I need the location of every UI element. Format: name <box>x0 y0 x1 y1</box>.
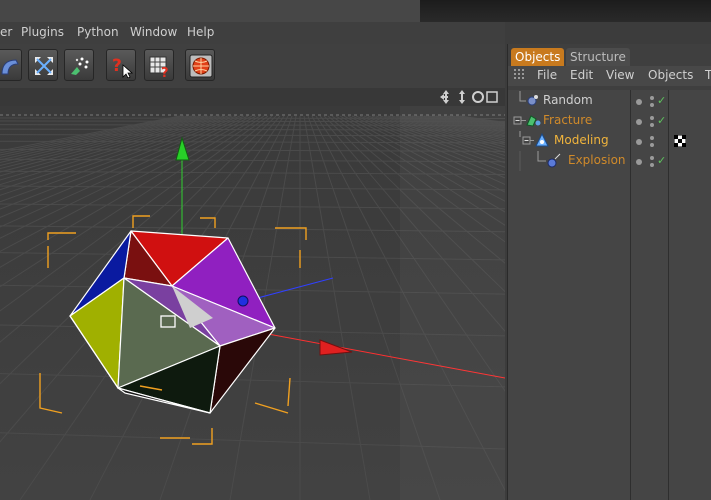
menu-item-python[interactable]: Python <box>77 25 119 39</box>
tab-structure[interactable]: Structure <box>566 48 630 66</box>
editor-visibility-dot[interactable] <box>636 159 642 165</box>
render-visibility-dot[interactable] <box>650 163 654 167</box>
phong-tag-icon[interactable] <box>674 135 686 147</box>
render-settings-button[interactable]: ? <box>144 49 174 81</box>
explosion-deformer-icon <box>547 153 561 168</box>
tree-line-icon <box>519 91 538 106</box>
scene-canvas[interactable] <box>0 88 505 500</box>
tree-collapse-icon[interactable] <box>512 131 556 151</box>
svg-text:?: ? <box>161 66 169 78</box>
tree-collapse-icon[interactable] <box>512 111 544 131</box>
render-visibility-dot[interactable] <box>650 136 654 140</box>
render-visibility-dot[interactable] <box>650 156 654 160</box>
object-list: Random Fracture Modeling Explosion <box>508 90 711 500</box>
object-name-explosion[interactable]: Explosion <box>568 153 626 167</box>
object-name-modeling[interactable]: Modeling <box>554 133 609 147</box>
enabled-check-icon[interactable]: ✓ <box>657 114 666 127</box>
render-visibility-dot[interactable] <box>650 103 654 107</box>
render-visibility-dot[interactable] <box>650 96 654 100</box>
objects-menu-view[interactable]: View <box>606 68 634 82</box>
title-strip-dark <box>420 0 711 22</box>
column-separator <box>668 90 669 500</box>
object-name-random[interactable]: Random <box>543 93 593 107</box>
enabled-check-icon[interactable]: ✓ <box>657 94 666 107</box>
object-row-fracture[interactable]: Fracture <box>508 111 668 131</box>
objects-menu-objects[interactable]: Objects <box>648 68 693 82</box>
render-visibility-dot[interactable] <box>650 116 654 120</box>
editor-visibility-dot[interactable] <box>636 99 642 105</box>
main-menubar: er Plugins Python Window Help <box>0 22 505 44</box>
grip-icon[interactable] <box>514 69 528 83</box>
menu-item-window[interactable]: Window <box>130 25 177 39</box>
modeling-object-icon <box>535 132 549 147</box>
objects-menubar: File Edit View Objects T <box>508 66 711 86</box>
enabled-check-icon[interactable]: ✓ <box>657 154 666 167</box>
object-row-explosion[interactable]: Explosion <box>508 151 668 171</box>
render-button[interactable] <box>185 49 215 81</box>
tab-objects[interactable]: Objects <box>511 48 565 66</box>
menu-item-partial[interactable]: er <box>0 25 12 39</box>
3d-viewport[interactable] <box>0 88 505 500</box>
column-separator <box>630 90 631 500</box>
particles-button[interactable] <box>64 49 94 81</box>
menu-item-plugins[interactable]: Plugins <box>21 25 64 39</box>
objects-panel: Objects Structure File Edit View Objects… <box>507 44 711 500</box>
objects-menu-file[interactable]: File <box>537 68 557 82</box>
editor-visibility-dot[interactable] <box>636 139 642 145</box>
object-row-modeling[interactable]: Modeling <box>508 131 668 151</box>
object-name-fracture[interactable]: Fracture <box>543 113 592 127</box>
deformer-button[interactable] <box>0 49 22 81</box>
particles-icon <box>71 57 89 75</box>
toolbar: ? ? <box>0 44 505 88</box>
fullscreen-icon <box>35 57 53 75</box>
render-icon <box>189 54 213 78</box>
tree-line-icon <box>519 151 561 171</box>
svg-text:?: ? <box>112 56 122 76</box>
fracture-icon <box>526 115 541 127</box>
fullscreen-button[interactable] <box>28 49 58 81</box>
render-visibility-dot[interactable] <box>650 143 654 147</box>
objects-menu-truncated[interactable]: T <box>705 68 711 82</box>
editor-visibility-dot[interactable] <box>636 119 642 125</box>
help-pointer-icon: ? <box>112 56 134 78</box>
help-pointer-button[interactable]: ? <box>106 49 136 81</box>
z-axis-handle <box>237 295 249 307</box>
deformer-icon <box>1 59 19 75</box>
render-settings-icon: ? <box>149 56 169 78</box>
objects-menu-edit[interactable]: Edit <box>570 68 593 82</box>
object-row-random[interactable]: Random <box>508 91 668 111</box>
menu-item-help[interactable]: Help <box>187 25 214 39</box>
render-visibility-dot[interactable] <box>650 123 654 127</box>
